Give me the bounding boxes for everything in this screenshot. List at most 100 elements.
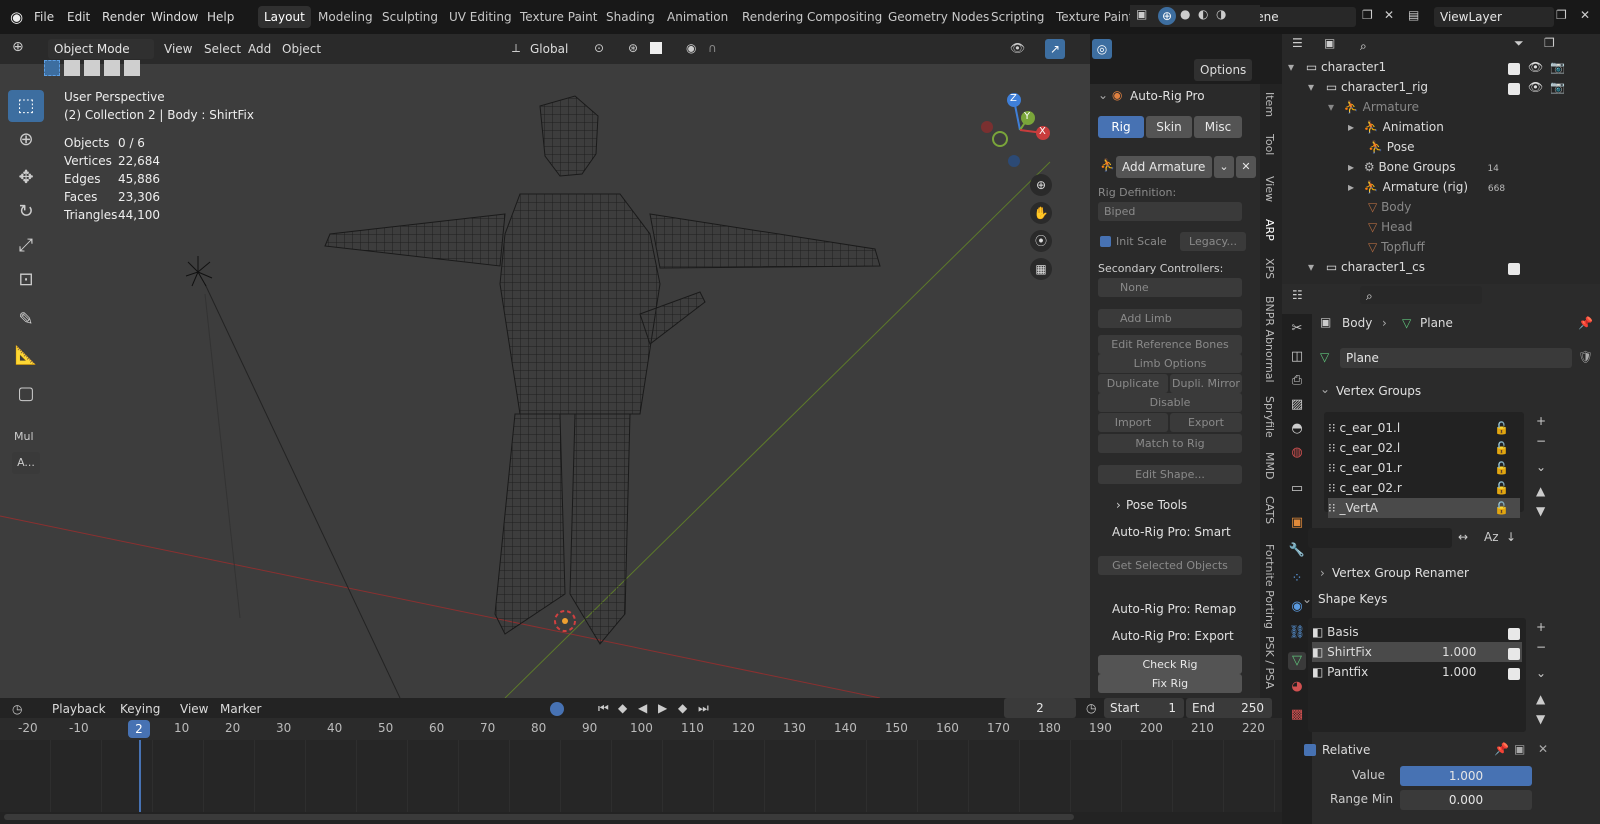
new-scene-icon[interactable]: ❐ — [1362, 8, 1373, 22]
list-item[interactable]: ⁝⁝ c_ear_01.r 🔓 — [1328, 458, 1520, 478]
shape-keys-collapse-icon[interactable]: ⌄ — [1302, 592, 1312, 606]
remove-vertex-group-icon[interactable]: − — [1536, 434, 1546, 448]
menu-file[interactable]: File — [34, 10, 54, 24]
edit-shape-button[interactable]: Edit Shape... — [1098, 465, 1242, 484]
fake-user-icon[interactable]: 🛡 — [1578, 350, 1593, 364]
outliner-row[interactable]: ▾ ▭ character1_cs — [1308, 257, 1598, 277]
ntab-xps[interactable]: XPS — [1263, 258, 1276, 279]
render-camera-icon[interactable]: 📷 — [1550, 57, 1565, 77]
falloff-icon[interactable]: ∩ — [708, 41, 717, 55]
edit-reference-bones-button[interactable]: Edit Reference Bones — [1098, 335, 1242, 354]
vertex-groups-header[interactable]: Vertex Groups — [1336, 384, 1421, 398]
delete-scene-icon[interactable]: ✕ — [1384, 8, 1394, 22]
include-checkbox[interactable] — [1508, 261, 1520, 281]
tab-uv-editing[interactable]: UV Editing — [443, 6, 518, 28]
outliner-row[interactable]: ⛹ Pose — [1368, 137, 1415, 157]
mode-dropdown[interactable]: Object Mode — [48, 39, 154, 59]
mesh-name-field[interactable]: Plane — [1340, 348, 1572, 368]
next-keyframe-icon[interactable]: ◆ — [678, 701, 687, 715]
end-frame-field[interactable]: End 250 — [1186, 698, 1272, 718]
relative-checkbox[interactable] — [1304, 744, 1316, 756]
view-layer-tab-icon[interactable]: ▨ — [1288, 396, 1306, 414]
rig-definition-dropdown[interactable]: Biped — [1098, 202, 1242, 221]
render-camera-icon[interactable]: 📷 — [1550, 77, 1565, 97]
vg-filter-input[interactable] — [1308, 528, 1452, 548]
collection-tab-icon[interactable]: ▭ — [1288, 480, 1306, 498]
menu-edit[interactable]: Edit — [67, 10, 90, 24]
lock-icon[interactable]: 🔓 — [1494, 438, 1509, 458]
options-dropdown[interactable]: Options — [1194, 59, 1253, 81]
object-tab-icon[interactable]: ▣ — [1288, 514, 1306, 532]
menu-add[interactable]: Add — [242, 38, 277, 60]
constraints-tab-icon[interactable]: ⛓ — [1288, 624, 1306, 642]
ntab-spryfile[interactable]: Spryfile — [1263, 396, 1276, 438]
solid-shading-icon[interactable]: ● — [1180, 7, 1190, 21]
expand-arrow-icon[interactable]: ▾ — [1328, 100, 1334, 114]
ntab-bnpr[interactable]: BNPR Abnormal — [1263, 296, 1276, 383]
tab-scripting[interactable]: Scripting — [985, 6, 1050, 28]
tab-layout[interactable]: Layout — [258, 6, 311, 28]
xray-icon[interactable]: ▣ — [1136, 7, 1147, 21]
legacy-button[interactable]: Legacy... — [1180, 232, 1246, 251]
rendered-shading-icon[interactable]: ◑ — [1216, 7, 1226, 21]
expand-arrow-icon[interactable]: ▾ — [1308, 260, 1314, 274]
outliner-row[interactable]: ▸ ⛹ Animation — [1348, 117, 1444, 137]
navigation-gizmo[interactable]: Z Y X — [980, 88, 1060, 168]
outliner-row[interactable]: ▾ ▭ character1 👁 📷 — [1288, 57, 1598, 77]
breadcrumb-data[interactable]: Plane — [1420, 316, 1453, 330]
auto-keying-icon[interactable] — [550, 702, 564, 716]
fix-rig-button[interactable]: Fix Rig — [1098, 674, 1242, 693]
list-item[interactable]: ⁝⁝ c_ear_02.r 🔓 — [1328, 478, 1520, 498]
select-extend-icon[interactable] — [64, 60, 80, 76]
playhead-label[interactable]: 2 — [128, 720, 150, 738]
sort-reverse-icon[interactable]: ↓ — [1506, 530, 1516, 544]
overlay-toggle-icon[interactable]: ◎ — [1092, 39, 1112, 59]
annotate-tool-icon[interactable]: ✎ — [8, 304, 44, 336]
ntab-cats[interactable]: CATS — [1263, 496, 1276, 524]
snap-target-icon[interactable] — [650, 42, 662, 54]
menu-object[interactable]: Object — [276, 38, 327, 60]
add-cube-tool-icon[interactable]: ▢ — [8, 378, 44, 410]
pan-hand-icon[interactable]: ✋ — [1030, 202, 1052, 224]
eye-icon[interactable]: 👁 — [1528, 57, 1543, 77]
move-down-icon[interactable]: ▼ — [1536, 504, 1545, 518]
tab-rig[interactable]: Rig — [1098, 116, 1144, 138]
filter-icon[interactable]: ⏷ — [1514, 36, 1524, 51]
init-scale-checkbox[interactable] — [1100, 236, 1111, 247]
prev-keyframe-icon[interactable]: ◆ — [618, 701, 627, 715]
list-item[interactable]: ◧ Basis — [1312, 622, 1522, 642]
list-item[interactable]: ◧ Pantfix 1.000 — [1312, 662, 1522, 682]
sk-move-up-icon[interactable]: ▲ — [1536, 692, 1545, 706]
vertex-groups-list[interactable]: ⁝⁝ c_ear_01.l 🔓 ⁝⁝ c_ear_02.l 🔓 ⁝⁝ c_ear_0… — [1324, 412, 1524, 518]
select-subtract-icon[interactable] — [84, 60, 100, 76]
renamer-expand-icon[interactable]: › — [1320, 566, 1325, 580]
shape-key-value[interactable]: 1.000 — [1442, 662, 1476, 682]
visibility-icon[interactable]: 👁 — [1010, 41, 1025, 55]
ntab-mmd[interactable]: MMD — [1263, 452, 1276, 479]
scale-tool-icon[interactable]: ⤢ — [8, 230, 44, 262]
ntab-fortnite-porting[interactable]: Fortnite Porting — [1263, 544, 1276, 629]
outliner-row[interactable]: ▸ ⚙ Bone Groups 14 — [1348, 157, 1499, 177]
cursor-tool-icon[interactable]: ⊕ — [8, 124, 44, 156]
export-button[interactable]: Export — [1170, 413, 1242, 432]
menu-view[interactable]: View — [158, 38, 198, 60]
list-item-selected[interactable]: ⁝⁝ _VertA 🔓 — [1328, 498, 1520, 518]
list-item[interactable]: ⁝⁝ c_ear_02.l 🔓 — [1328, 438, 1520, 458]
outliner-row[interactable]: ▽ Body — [1368, 197, 1411, 217]
snap-icon[interactable]: ⊛ — [628, 41, 638, 55]
transform-tool-icon[interactable]: ⊡ — [8, 264, 44, 296]
tool-group-label[interactable]: Mul — [14, 430, 34, 443]
dupli-mirror-button[interactable]: Dupli. Mirror — [1170, 374, 1242, 393]
shape-key-value[interactable]: 1.000 — [1442, 642, 1476, 662]
camera-icon[interactable]: ⦿ — [1030, 230, 1052, 252]
texture-tab-icon[interactable]: ▩ — [1288, 706, 1306, 724]
lock-icon[interactable]: 🔓 — [1494, 498, 1509, 518]
new-view-layer-icon[interactable]: ❐ — [1556, 8, 1567, 22]
zoom-icon[interactable]: ⊕ — [1030, 174, 1052, 196]
outliner-row[interactable]: ▽ Head — [1368, 217, 1412, 237]
properties-editor-icon[interactable]: ☷ — [1292, 288, 1303, 302]
mute-checkbox[interactable] — [1508, 666, 1520, 686]
view-layer-field[interactable]: ViewLayer — [1434, 7, 1554, 27]
pose-tools-arrow-icon[interactable]: › — [1116, 498, 1121, 512]
perspective-grid-icon[interactable]: ▦ — [1030, 258, 1052, 280]
